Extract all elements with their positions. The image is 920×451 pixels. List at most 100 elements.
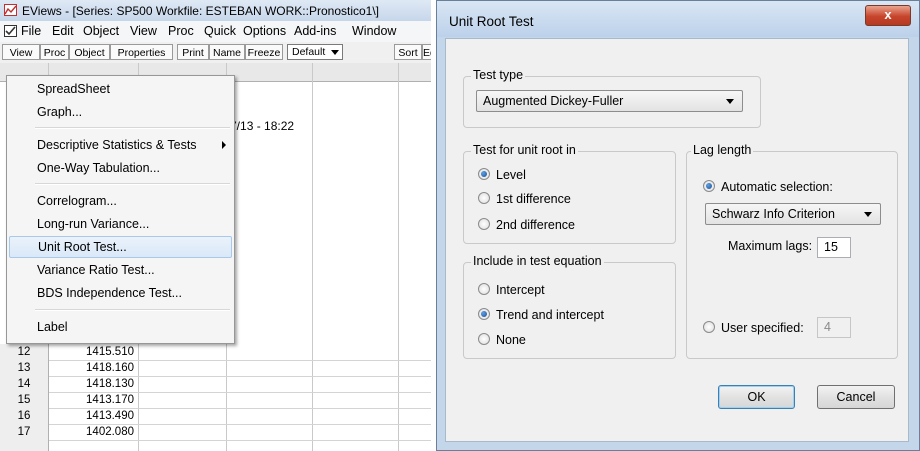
- menu-item-oneway-tabulation[interactable]: One-Way Tabulation...: [9, 157, 232, 179]
- lag-length-legend: Lag length: [691, 143, 754, 157]
- cell-value[interactable]: 1413.490: [48, 408, 138, 424]
- eviews-menubar: File Edit Object View Proc Quick Options…: [0, 21, 431, 42]
- menu-separator: [35, 127, 230, 129]
- cell-value[interactable]: 1418.160: [48, 360, 138, 376]
- eviews-system-menu-icon[interactable]: [4, 25, 17, 37]
- menu-separator: [35, 183, 230, 185]
- chevron-down-icon: [864, 212, 872, 217]
- cell-value[interactable]: 1418.130: [48, 376, 138, 392]
- lag-length-group: Lag length Automatic selection: Schwarz …: [686, 143, 898, 359]
- menu-item-descriptive-stats[interactable]: Descriptive Statistics & Tests: [9, 134, 232, 156]
- max-lags-label: Maximum lags:: [728, 239, 813, 253]
- ok-button[interactable]: OK: [718, 385, 795, 409]
- menu-item-label[interactable]: Label: [9, 316, 232, 338]
- view-context-menu: SpreadSheet Graph... Descriptive Statist…: [6, 75, 235, 344]
- toolbar-edit-button[interactable]: Edit+: [422, 44, 431, 60]
- cell-value[interactable]: 1415.510: [48, 344, 138, 360]
- menu-edit[interactable]: Edit: [52, 24, 74, 38]
- row-number: 13: [0, 360, 49, 376]
- eviews-title: EViews - [Series: SP500 Workfile: ESTEBA…: [22, 4, 380, 18]
- radio-dot: [478, 308, 490, 320]
- radio-dot: [478, 283, 490, 295]
- test-type-group: Test type Augmented Dickey-Fuller: [463, 68, 761, 128]
- radio-label: Trend and intercept: [496, 308, 604, 322]
- test-type-select[interactable]: Augmented Dickey-Fuller: [476, 90, 743, 112]
- radio-dot: [703, 180, 715, 192]
- close-button[interactable]: x: [865, 5, 911, 26]
- eviews-logo-icon: [4, 4, 17, 16]
- toolbar-object-button[interactable]: Object: [69, 44, 110, 60]
- unit-root-test-dialog: Unit Root Test x Test type Augmented Dic…: [436, 0, 920, 451]
- criterion-value: Schwarz Info Criterion: [712, 207, 835, 221]
- radio-dot: [478, 168, 490, 180]
- toolbar-view-button[interactable]: View: [2, 44, 40, 60]
- row-number: 15: [0, 392, 49, 408]
- table-row: [0, 440, 431, 451]
- dialog-body: Test type Augmented Dickey-Fuller Test f…: [445, 38, 909, 442]
- radio-label: Level: [496, 168, 526, 182]
- menu-addins[interactable]: Add-ins: [294, 24, 336, 38]
- radio-dot: [703, 321, 715, 333]
- menu-item-unit-root-test[interactable]: Unit Root Test...: [9, 236, 232, 258]
- radio-label: Automatic selection:: [721, 180, 833, 194]
- table-row[interactable]: 13 1418.160: [0, 360, 431, 377]
- max-lags-input[interactable]: 15: [817, 237, 851, 258]
- toolbar-format-value: Default: [292, 46, 326, 58]
- dialog-title: Unit Root Test: [449, 14, 534, 29]
- close-icon: x: [884, 7, 892, 22]
- radio-label: 2nd difference: [496, 218, 575, 232]
- menu-window[interactable]: Window: [352, 24, 396, 38]
- table-row[interactable]: 16 1413.490: [0, 408, 431, 425]
- toolbar-name-button[interactable]: Name: [209, 44, 245, 60]
- menu-quick[interactable]: Quick: [204, 24, 236, 38]
- chevron-down-icon: [331, 50, 339, 55]
- include-legend: Include in test equation: [471, 254, 604, 268]
- toolbar-properties-button[interactable]: Properties: [110, 44, 173, 60]
- criterion-select[interactable]: Schwarz Info Criterion: [705, 203, 881, 225]
- toolbar-print-button[interactable]: Print: [177, 44, 209, 60]
- radio-label: Intercept: [496, 283, 545, 297]
- menu-item-longrun-variance[interactable]: Long-run Variance...: [9, 213, 232, 235]
- row-number: 17: [0, 424, 49, 440]
- row-number: 16: [0, 408, 49, 424]
- menu-proc[interactable]: Proc: [168, 24, 194, 38]
- table-row[interactable]: 14 1418.130: [0, 376, 431, 393]
- toolbar-freeze-button[interactable]: Freeze: [245, 44, 283, 60]
- menu-item-bds-test[interactable]: BDS Independence Test...: [9, 282, 232, 304]
- eviews-window: EViews - [Series: SP500 Workfile: ESTEBA…: [0, 0, 431, 451]
- cell-value[interactable]: 1413.170: [48, 392, 138, 408]
- include-group: Include in test equation Intercept Trend…: [463, 254, 676, 359]
- menu-view[interactable]: View: [130, 24, 157, 38]
- table-row[interactable]: 17 1402.080: [0, 424, 431, 441]
- test-type-value: Augmented Dickey-Fuller: [483, 94, 624, 108]
- row-number: 12: [0, 344, 49, 360]
- menu-item-variance-ratio-test[interactable]: Variance Ratio Test...: [9, 259, 232, 281]
- radio-dot: [478, 192, 490, 204]
- table-row[interactable]: 12 1415.510: [0, 344, 431, 361]
- menu-object[interactable]: Object: [83, 24, 119, 38]
- toolbar-format-combo[interactable]: Default: [287, 44, 343, 60]
- radio-dot: [478, 333, 490, 345]
- cell-value[interactable]: 1402.080: [48, 424, 138, 440]
- toolbar-sort-button[interactable]: Sort: [394, 44, 422, 60]
- eviews-title-bar: EViews - [Series: SP500 Workfile: ESTEBA…: [0, 0, 431, 21]
- dialog-title-bar: Unit Root Test x: [437, 1, 919, 37]
- cancel-button[interactable]: Cancel: [817, 385, 895, 409]
- menu-separator: [35, 309, 230, 311]
- menu-item-spreadsheet[interactable]: SpreadSheet: [9, 78, 232, 100]
- radio-label: 1st difference: [496, 192, 571, 206]
- test-type-legend: Test type: [471, 68, 526, 82]
- unit-root-in-group: Test for unit root in Level 1st differen…: [463, 143, 676, 244]
- row-number: 14: [0, 376, 49, 392]
- eviews-toolbar: View Proc Object Properties Print Name F…: [0, 42, 431, 64]
- user-lags-input[interactable]: 4: [817, 317, 851, 338]
- chevron-right-icon: [222, 141, 226, 149]
- menu-file[interactable]: File: [21, 24, 41, 38]
- table-row[interactable]: 15 1413.170: [0, 392, 431, 409]
- menu-options[interactable]: Options: [243, 24, 286, 38]
- toolbar-proc-button[interactable]: Proc: [40, 44, 69, 60]
- row-number: [0, 440, 49, 451]
- menu-item-correlogram[interactable]: Correlogram...: [9, 190, 232, 212]
- radio-label: None: [496, 333, 526, 347]
- menu-item-graph[interactable]: Graph...: [9, 101, 232, 123]
